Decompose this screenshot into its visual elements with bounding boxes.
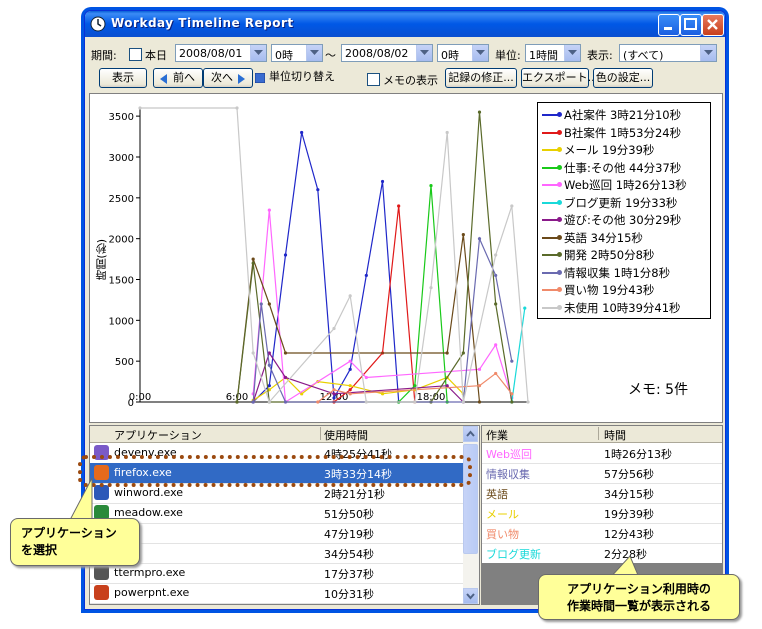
- callout-select-application-text: アプリケーション を選択: [21, 526, 117, 557]
- callout-task-list: アプリケーション利用時の 作業時間一覧が表示される: [538, 574, 740, 620]
- callout-task-list-text: アプリケーション利用時の 作業時間一覧が表示される: [566, 582, 711, 613]
- callout-select-application: アプリケーション を選択: [10, 518, 140, 566]
